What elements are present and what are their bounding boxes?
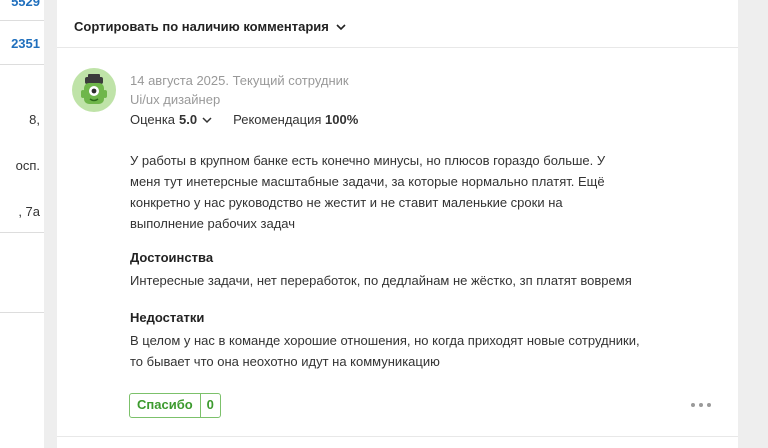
rating-value: 5.0 (179, 112, 198, 127)
divider (0, 64, 44, 65)
divider (0, 232, 44, 233)
recommendation-label: Рекомендация (233, 112, 322, 127)
sort-bar: Сортировать по наличию комментария (57, 0, 738, 48)
pros-title: Достоинства (130, 250, 214, 265)
sort-dropdown-button[interactable]: Сортировать по наличию комментария (74, 19, 347, 34)
divider (0, 312, 44, 313)
review-body: У работы в крупном банке есть конечно ми… (130, 153, 606, 231)
divider (57, 436, 738, 437)
divider (0, 20, 44, 21)
sort-label: Сортировать по наличию комментария (74, 19, 329, 34)
monster-avatar-icon (72, 68, 116, 112)
left-text-fragment-4: осп. (15, 158, 40, 173)
thanks-button[interactable]: Спасибо 0 (129, 393, 221, 418)
rating-dropdown[interactable]: Оценка 5.0 (130, 112, 213, 127)
cons-title: Недостатки (130, 310, 205, 325)
reviews-panel: Сортировать по наличию комментария 14 ав… (57, 0, 738, 448)
cons-text: В целом у нас в команде хорошие отношени… (130, 333, 640, 369)
left-link-fragment-1[interactable]: 5529 (11, 0, 40, 9)
review-date-status: 14 августа 2025. Текущий сотрудник (130, 73, 349, 88)
rating-label: Оценка (130, 112, 176, 127)
pros-text: Интересные задачи, нет переработок, по д… (130, 273, 632, 288)
review-position: Ui/ux дизайнер (130, 92, 221, 107)
chevron-down-icon (202, 116, 212, 123)
recommendation-value: 100% (325, 112, 359, 127)
left-sidebar-fragment: 5529 2351 8, осп. , 7а (0, 0, 44, 448)
review-meta: 14 августа 2025. Текущий сотрудник Ui/ux… (130, 71, 349, 109)
thanks-count: 0 (199, 394, 220, 417)
more-dots-icon[interactable] (691, 398, 711, 412)
chevron-down-icon (336, 23, 346, 30)
left-link-fragment-2[interactable]: 2351 (11, 36, 40, 51)
left-text-fragment-3: 8, (29, 112, 40, 127)
thanks-label: Спасибо (137, 397, 193, 412)
review-ratings: Оценка 5.0 Рекомендация 100% (130, 112, 358, 127)
left-text-fragment-5: , 7а (18, 204, 40, 219)
recommendation: Рекомендация 100% (233, 112, 358, 127)
